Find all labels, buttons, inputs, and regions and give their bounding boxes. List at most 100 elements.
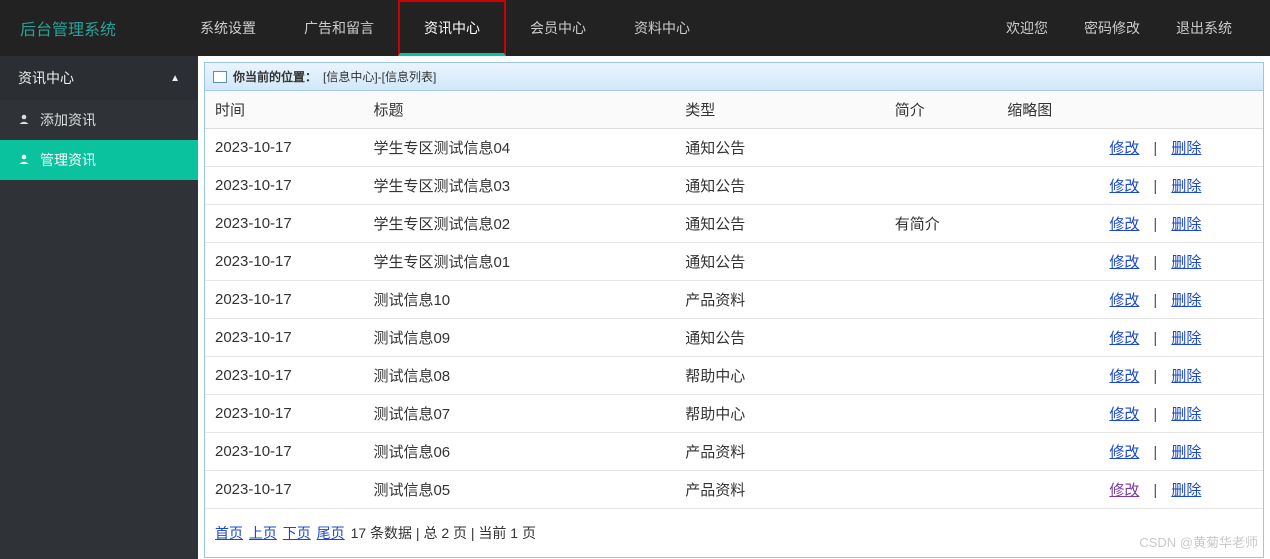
cell-type: 通知公告 (675, 167, 885, 205)
cell-actions: 修改 | 删除 (1099, 357, 1263, 395)
col-type: 类型 (675, 91, 885, 129)
page-last[interactable]: 尾页 (317, 525, 345, 541)
edit-link[interactable]: 修改 (1109, 406, 1139, 423)
col-time: 时间 (205, 91, 363, 129)
delete-link[interactable]: 删除 (1171, 482, 1201, 499)
action-sep: | (1153, 368, 1157, 385)
nav-item-4[interactable]: 资料中心 (610, 0, 714, 56)
cell-type: 帮助中心 (675, 395, 885, 433)
delete-link[interactable]: 删除 (1171, 444, 1201, 461)
cell-thumb (997, 129, 1099, 167)
action-sep: | (1153, 330, 1157, 347)
delete-link[interactable]: 删除 (1171, 254, 1201, 271)
cell-title: 学生专区测试信息01 (363, 243, 675, 281)
cell-title: 测试信息06 (363, 433, 675, 471)
cell-type: 帮助中心 (675, 357, 885, 395)
page-prev[interactable]: 上页 (249, 525, 277, 541)
sidebar-header[interactable]: 资讯中心 ▲ (0, 56, 198, 100)
delete-link[interactable]: 删除 (1171, 216, 1201, 233)
location-icon (213, 71, 227, 83)
edit-link[interactable]: 修改 (1109, 368, 1139, 385)
cell-thumb (997, 243, 1099, 281)
cell-time: 2023-10-17 (205, 243, 363, 281)
data-table: 时间 标题 类型 简介 缩略图 2023-10-17学生专区测试信息04通知公告… (205, 91, 1263, 509)
cell-actions: 修改|删除 (1099, 167, 1263, 205)
page-next[interactable]: 下页 (283, 525, 311, 541)
breadcrumb-path: [信息中心]-[信息列表] (323, 68, 436, 85)
cell-time: 2023-10-17 (205, 471, 363, 509)
cell-thumb (997, 433, 1099, 471)
cell-intro (885, 433, 997, 471)
table-row: 2023-10-17测试信息10产品资料修改|删除 (205, 281, 1263, 319)
edit-link[interactable]: 修改 (1109, 140, 1139, 157)
table-row: 2023-10-17测试信息08帮助中心修改|删除 (205, 357, 1263, 395)
cell-time: 2023-10-17 (205, 433, 363, 471)
delete-link[interactable]: 删除 (1171, 330, 1201, 347)
cell-intro (885, 319, 997, 357)
action-sep: | (1153, 140, 1157, 157)
nav-right-item-0[interactable]: 欢迎您 (988, 0, 1066, 56)
delete-link[interactable]: 删除 (1171, 368, 1201, 385)
table-row: 2023-10-17学生专区测试信息03通知公告修改|删除 (205, 167, 1263, 205)
cell-actions: 修改|删除 (1099, 471, 1263, 509)
cell-thumb (997, 319, 1099, 357)
sidebar-item-label: 管理资讯 (40, 150, 96, 170)
cell-type: 产品资料 (675, 433, 885, 471)
pagination: 首页 上页 下页 尾页 17 条数据 | 总 2 页 | 当前 1 页 (205, 509, 1263, 557)
sidebar-title: 资讯中心 (18, 68, 74, 88)
cell-time: 2023-10-17 (205, 395, 363, 433)
delete-link[interactable]: 删除 (1171, 292, 1201, 309)
nav-item-1[interactable]: 广告和留言 (280, 0, 398, 56)
nav-item-0[interactable]: 系统设置 (176, 0, 280, 56)
cell-intro (885, 395, 997, 433)
cell-thumb (997, 281, 1099, 319)
cell-intro: 有简介 (885, 205, 997, 243)
edit-link[interactable]: 修改 (1109, 292, 1139, 309)
sidebar-item-0[interactable]: 添加资讯 (0, 100, 198, 140)
breadcrumb: 你当前的位置： [信息中心]-[信息列表] (205, 63, 1263, 91)
cell-title: 学生专区测试信息04 (363, 129, 675, 167)
breadcrumb-prefix: 你当前的位置： (233, 68, 317, 85)
edit-link[interactable]: 修改 (1109, 254, 1139, 271)
cell-actions: 修改|删除 (1099, 281, 1263, 319)
chevron-up-icon: ▲ (170, 73, 180, 84)
edit-link[interactable]: 修改 (1109, 330, 1139, 347)
nav-right-item-1[interactable]: 密码修改 (1066, 0, 1158, 56)
panel: 你当前的位置： [信息中心]-[信息列表] 时间 标题 类型 简介 缩略图 20… (204, 62, 1264, 558)
cell-thumb (997, 205, 1099, 243)
cell-actions: 修改|删除 (1099, 243, 1263, 281)
edit-link[interactable]: 修改 (1109, 444, 1139, 461)
delete-link[interactable]: 删除 (1171, 178, 1201, 195)
delete-link[interactable]: 删除 (1171, 406, 1201, 423)
cell-actions: 修改 | 删除 (1099, 433, 1263, 471)
edit-link[interactable]: 修改 (1109, 216, 1139, 233)
cell-title: 学生专区测试信息03 (363, 167, 675, 205)
cell-title: 测试信息09 (363, 319, 675, 357)
cell-title: 测试信息10 (363, 281, 675, 319)
table-row: 2023-10-17测试信息09通知公告修改|删除 (205, 319, 1263, 357)
cell-title: 测试信息05 (363, 471, 675, 509)
user-icon (18, 112, 32, 128)
col-intro: 简介 (885, 91, 997, 129)
cell-time: 2023-10-17 (205, 319, 363, 357)
page-first[interactable]: 首页 (215, 525, 243, 541)
edit-link[interactable]: 修改 (1109, 482, 1139, 499)
watermark: CSDN @黄菊华老师 (1139, 532, 1258, 551)
main-wrap: 资讯中心 ▲ 添加资讯管理资讯 你当前的位置： [信息中心]-[信息列表] 时间… (0, 56, 1270, 559)
cell-title: 学生专区测试信息02 (363, 205, 675, 243)
nav-right-item-2[interactable]: 退出系统 (1158, 0, 1250, 56)
table-row: 2023-10-17测试信息07帮助中心修改|删除 (205, 395, 1263, 433)
action-sep: | (1153, 444, 1157, 461)
table-row: 2023-10-17学生专区测试信息04通知公告修改|删除 (205, 129, 1263, 167)
delete-link[interactable]: 删除 (1171, 140, 1201, 157)
edit-link[interactable]: 修改 (1109, 178, 1139, 195)
cell-type: 产品资料 (675, 281, 885, 319)
cell-thumb (997, 357, 1099, 395)
nav-item-2[interactable]: 资讯中心 (398, 0, 506, 56)
logo: 后台管理系统 (20, 16, 116, 40)
nav-item-3[interactable]: 会员中心 (506, 0, 610, 56)
sidebar-item-1[interactable]: 管理资讯 (0, 140, 198, 180)
nav-right: 欢迎您密码修改退出系统 (988, 0, 1250, 56)
table-row: 2023-10-17测试信息06产品资料 修改 | 删除 (205, 433, 1263, 471)
cell-intro (885, 357, 997, 395)
